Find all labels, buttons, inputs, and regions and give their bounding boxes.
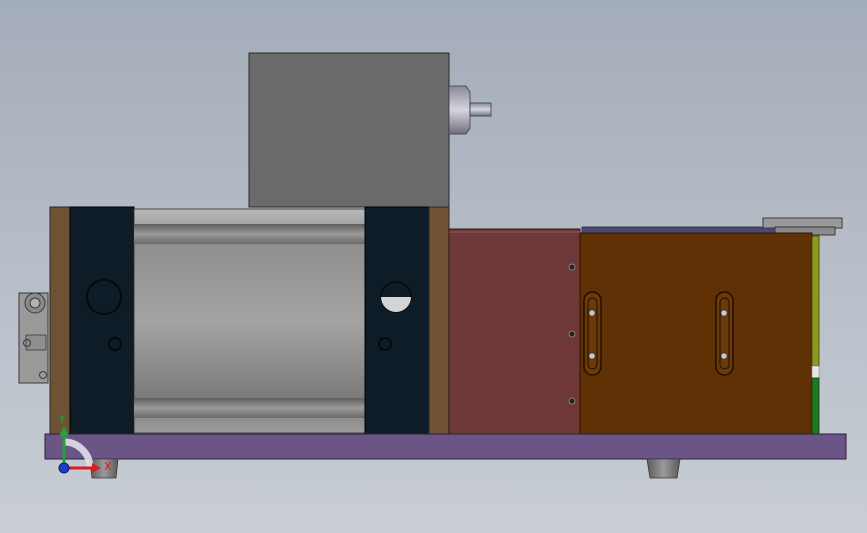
left-end-block[interactable] (69, 206, 135, 435)
right-end-block[interactable] (364, 206, 430, 435)
base-plate[interactable] (44, 433, 847, 460)
y-axis-label: Y (59, 413, 66, 426)
screw (568, 397, 576, 405)
z-axis-dot (58, 462, 70, 474)
side-strip-olive[interactable] (811, 235, 820, 367)
cylinder-body[interactable] (133, 208, 366, 434)
adjust-slot-right[interactable] (715, 291, 734, 376)
orange-housing[interactable] (579, 232, 813, 435)
x-axis-label: X (104, 460, 112, 473)
screw (568, 263, 576, 271)
foot-right[interactable] (646, 458, 681, 479)
roller-hub (29, 297, 41, 309)
cylinder-band-bottom (134, 398, 365, 418)
motor[interactable] (248, 52, 492, 208)
cylinder-band-top (134, 224, 365, 244)
top-clamp[interactable] (762, 217, 843, 236)
limit-switch-bracket[interactable] (18, 292, 49, 384)
side-strip-white (811, 365, 820, 379)
side-strip-green[interactable] (811, 377, 820, 435)
slot-screw (588, 352, 596, 360)
motor-shaft[interactable] (448, 85, 492, 135)
assembly-model[interactable] (0, 0, 867, 533)
left-end-plate[interactable] (49, 206, 71, 435)
adjust-slot-left[interactable] (583, 291, 602, 376)
cad-viewport[interactable]: Y X (0, 0, 867, 533)
red-housing[interactable] (448, 228, 581, 435)
slot-screw (720, 309, 728, 317)
right-end-plate[interactable] (428, 206, 450, 435)
slot-screw (720, 352, 728, 360)
screw (568, 330, 576, 338)
slot-screw (588, 309, 596, 317)
